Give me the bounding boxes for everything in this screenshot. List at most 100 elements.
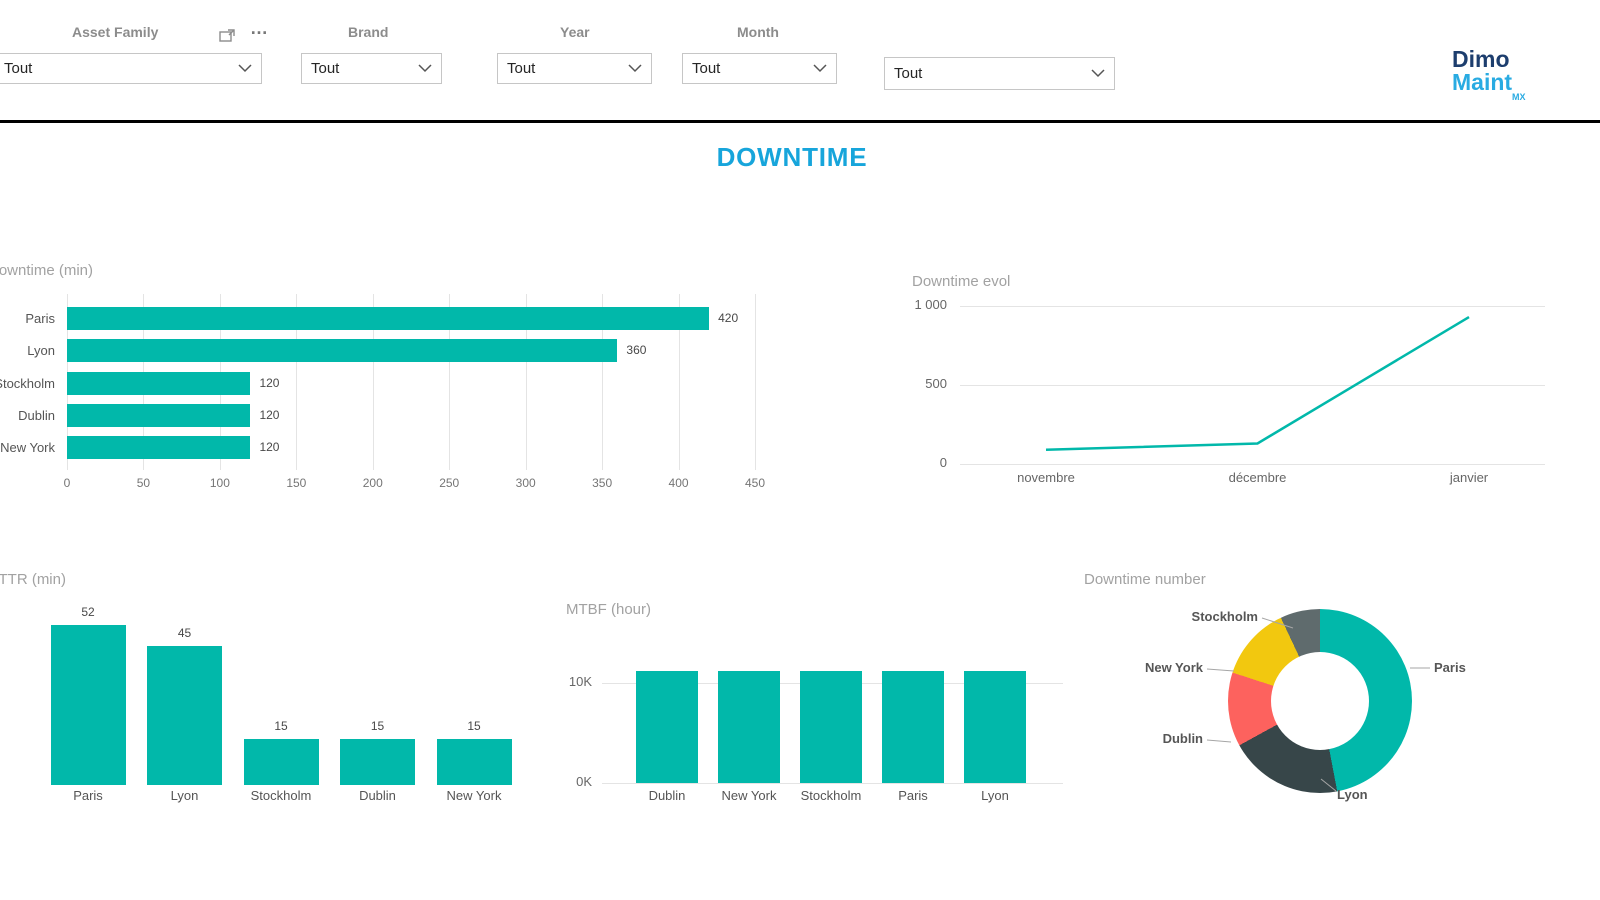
logo-text-dimo: Dimo: [1452, 48, 1542, 71]
bar-dublin[interactable]: [340, 739, 415, 785]
filter-label-year: Year: [560, 24, 590, 40]
filter-label-month: Month: [737, 24, 779, 40]
mtbf-chart-title: MTBF (hour): [566, 601, 651, 618]
dimo-maint-logo: Dimo Maint MX: [1452, 48, 1542, 94]
bar-stockholm[interactable]: [800, 671, 862, 783]
category-label-paris: Paris: [868, 788, 958, 803]
extra-filter-dropdown[interactable]: Tout: [884, 57, 1115, 90]
filter-label-brand: Brand: [348, 24, 388, 40]
y-tick-label: 10K: [530, 674, 592, 689]
bar-new-york[interactable]: [67, 436, 250, 459]
month-dropdown-value: Tout: [692, 60, 720, 77]
donut-label-new-york: New York: [1103, 660, 1203, 675]
x-tick-label: 0: [47, 476, 87, 490]
category-label-dublin: Dublin: [622, 788, 712, 803]
category-label-dublin: Dublin: [333, 788, 423, 803]
value-label: 120: [259, 372, 279, 395]
chevron-down-icon: [813, 64, 827, 73]
x-tick-label: 300: [506, 476, 546, 490]
x-tick-label: 200: [353, 476, 393, 490]
logo-text-maint: Maint: [1452, 71, 1542, 94]
chevron-down-icon: [628, 64, 642, 73]
x-tick-label: 100: [200, 476, 240, 490]
value-label: 120: [259, 436, 279, 459]
value-label: 360: [626, 339, 646, 362]
x-tick-label: 150: [276, 476, 316, 490]
value-label: 15: [353, 719, 403, 733]
value-label: 52: [63, 605, 113, 619]
bar-lyon[interactable]: [964, 671, 1026, 783]
value-label: 120: [259, 404, 279, 427]
x-tick-label: novembre: [1001, 470, 1091, 485]
x-tick-label: janvier: [1424, 470, 1514, 485]
category-label-paris: Paris: [43, 788, 133, 803]
x-tick-label: 450: [735, 476, 775, 490]
x-tick-label: décembre: [1213, 470, 1303, 485]
bar-lyon[interactable]: [67, 339, 617, 362]
dashboard-canvas: Asset Family … Brand Year Month Tout Tou…: [0, 0, 1600, 900]
y-tick-label: 0K: [530, 774, 592, 789]
donut-leader-lines: [1140, 600, 1520, 820]
chevron-down-icon: [418, 64, 432, 73]
x-tick-label: 250: [429, 476, 469, 490]
y-tick-label: 500: [877, 376, 947, 391]
category-label-stockholm: Stockholm: [236, 788, 326, 803]
bar-paris[interactable]: [882, 671, 944, 783]
gridline: [755, 294, 756, 470]
downtime-evol-chart-title: Downtime evol: [912, 273, 1010, 290]
gridline: [602, 783, 1063, 784]
more-options-icon[interactable]: …: [250, 18, 269, 39]
chevron-down-icon: [238, 64, 252, 73]
year-dropdown[interactable]: Tout: [497, 53, 652, 84]
category-label-lyon: Lyon: [140, 788, 230, 803]
mttr-chart-title: MTTR (min): [0, 571, 66, 588]
bar-dublin[interactable]: [636, 671, 698, 783]
category-label-new-york: New York: [704, 788, 794, 803]
x-tick-label: 50: [123, 476, 163, 490]
donut-label-stockholm: Stockholm: [1158, 609, 1258, 624]
value-label: 45: [160, 626, 210, 640]
bar-paris[interactable]: [67, 307, 709, 330]
x-tick-label: 350: [582, 476, 622, 490]
donut-label-paris: Paris: [1434, 660, 1534, 675]
downtime-min-chart-title: Downtime (min): [0, 262, 93, 279]
brand-dropdown[interactable]: Tout: [301, 53, 442, 84]
value-label: 420: [718, 307, 738, 330]
bar-lyon[interactable]: [147, 646, 222, 785]
year-dropdown-value: Tout: [507, 60, 535, 77]
category-label-stockholm: Stockholm: [0, 372, 55, 395]
popout-icon[interactable]: [219, 29, 235, 47]
logo-text-mx: MX: [1512, 92, 1526, 102]
value-label: 15: [256, 719, 306, 733]
value-label: 15: [449, 719, 499, 733]
month-dropdown[interactable]: Tout: [682, 53, 837, 84]
bar-new-york[interactable]: [437, 739, 512, 785]
category-label-stockholm: Stockholm: [786, 788, 876, 803]
downtime-evol-line[interactable]: [960, 295, 1560, 470]
page-title: DOWNTIME: [0, 142, 1584, 173]
category-label-lyon: Lyon: [0, 339, 55, 362]
donut-label-dublin: Dublin: [1103, 731, 1203, 746]
bar-stockholm[interactable]: [244, 739, 319, 785]
header-divider: [0, 120, 1600, 123]
bar-new-york[interactable]: [718, 671, 780, 783]
chevron-down-icon: [1091, 69, 1105, 78]
category-label-lyon: Lyon: [950, 788, 1040, 803]
y-tick-label: 1 000: [877, 297, 947, 312]
brand-dropdown-value: Tout: [311, 60, 339, 77]
category-label-dublin: Dublin: [0, 404, 55, 427]
bar-dublin[interactable]: [67, 404, 250, 427]
bar-paris[interactable]: [51, 625, 126, 785]
downtime-number-chart-title: Downtime number: [1084, 571, 1206, 588]
category-label-paris: Paris: [0, 307, 55, 330]
bar-stockholm[interactable]: [67, 372, 250, 395]
asset-family-dropdown-value: Tout: [4, 60, 32, 77]
y-tick-label: 0: [877, 455, 947, 470]
filter-label-asset-family: Asset Family: [72, 24, 158, 40]
asset-family-dropdown[interactable]: Tout: [0, 53, 262, 84]
extra-filter-dropdown-value: Tout: [894, 65, 922, 82]
category-label-new-york: New York: [429, 788, 519, 803]
category-label-new-york: New York: [0, 436, 55, 459]
x-tick-label: 400: [659, 476, 699, 490]
donut-label-lyon: Lyon: [1337, 787, 1437, 802]
